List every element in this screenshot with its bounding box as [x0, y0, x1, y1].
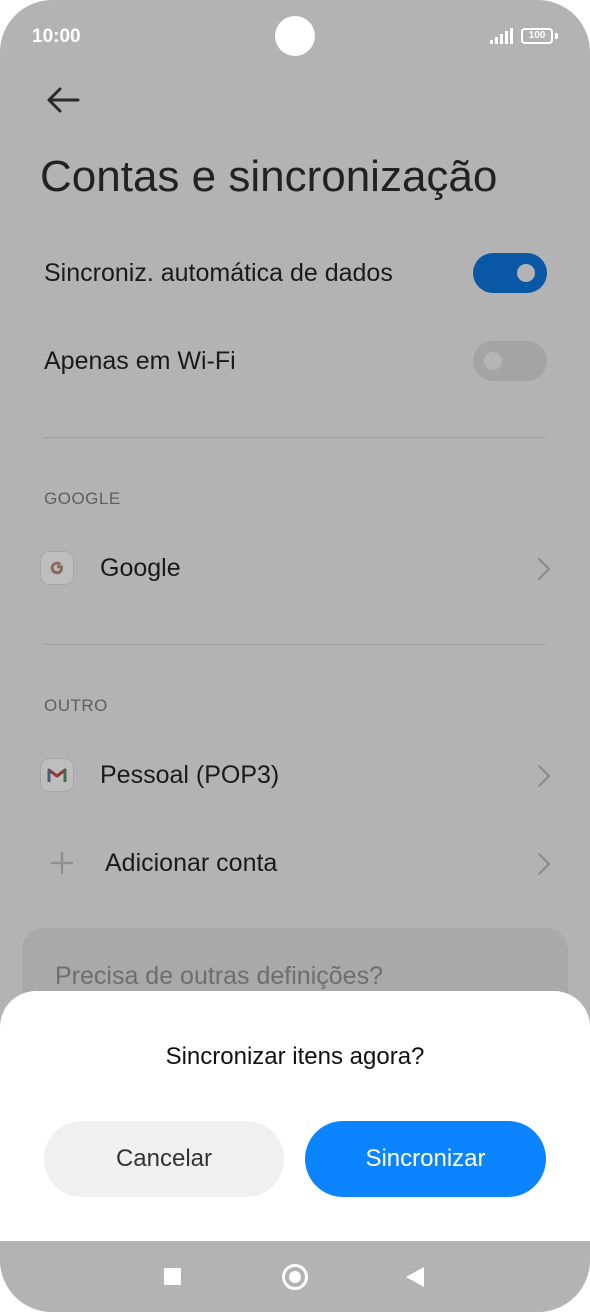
- phone-screen: 10:00 100 Contas e sincronização Sincron…: [0, 0, 590, 1312]
- signal-bars-icon: [490, 28, 514, 44]
- page-title: Contas e sincronização: [40, 152, 498, 201]
- section-header-google: GOOGLE: [44, 489, 121, 508]
- sync-now-button[interactable]: Sincronizar: [305, 1121, 546, 1197]
- battery-tip: [555, 33, 558, 39]
- plus-icon: [50, 851, 74, 875]
- back-triangle-icon[interactable]: [406, 1267, 424, 1287]
- sync-dialog: Sincronizar itens agora? Cancelar Sincro…: [0, 991, 590, 1241]
- navigation-bar: [0, 1241, 590, 1312]
- toggle-knob: [484, 352, 502, 370]
- dialog-title: Sincronizar itens agora?: [165, 1043, 425, 1070]
- account-row-google[interactable]: Google: [0, 533, 590, 603]
- divider: [44, 644, 546, 645]
- wifi-only-toggle[interactable]: [473, 341, 547, 381]
- cancel-button[interactable]: Cancelar: [44, 1121, 284, 1197]
- add-account-row[interactable]: Adicionar conta: [0, 828, 590, 898]
- divider: [44, 437, 546, 438]
- home-dot: [289, 1271, 301, 1283]
- chevron-right-icon: [538, 765, 550, 787]
- arrow-left-icon: [47, 87, 80, 113]
- recents-square-icon[interactable]: [164, 1268, 181, 1285]
- account-label-google: Google: [100, 554, 181, 582]
- google-icon: [40, 551, 74, 585]
- add-account-label: Adicionar conta: [105, 849, 278, 877]
- help-card-text: Precisa de outras definições?: [55, 962, 383, 990]
- wifi-only-label: Apenas em Wi-Fi: [44, 347, 236, 375]
- chevron-right-icon: [538, 853, 550, 875]
- home-circle-icon[interactable]: [282, 1264, 308, 1290]
- toggle-knob: [517, 264, 535, 282]
- account-row-pop3[interactable]: Pessoal (POP3): [0, 740, 590, 810]
- status-time: 10:00: [32, 26, 81, 47]
- auto-sync-label: Sincroniz. automática de dados: [44, 259, 393, 287]
- battery-icon: 100: [521, 28, 553, 44]
- auto-sync-toggle[interactable]: [473, 253, 547, 293]
- chevron-right-icon: [538, 558, 550, 580]
- front-camera: [275, 16, 315, 56]
- status-bar: 10:00 100: [0, 0, 590, 72]
- back-button[interactable]: [44, 84, 84, 116]
- account-label-pop3: Pessoal (POP3): [100, 761, 280, 789]
- gmail-icon: [40, 758, 74, 792]
- section-header-other: OUTRO: [44, 696, 108, 715]
- battery-level: 100: [528, 30, 546, 41]
